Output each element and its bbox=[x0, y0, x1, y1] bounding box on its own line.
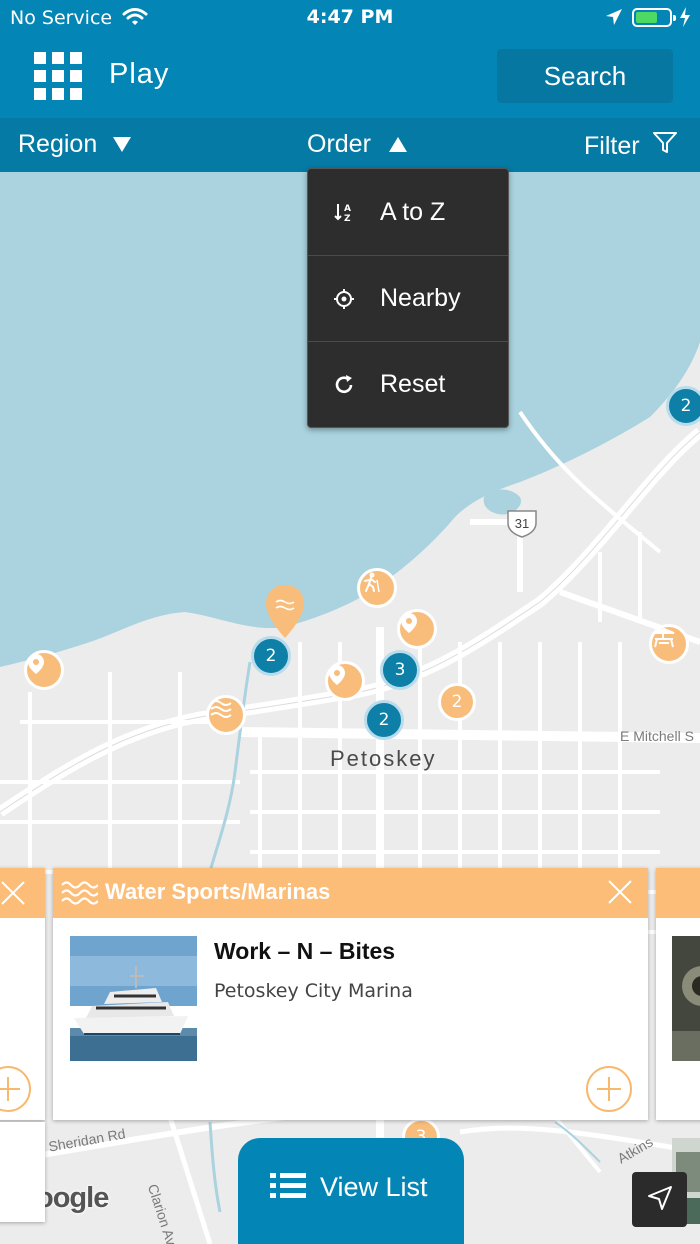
battery-level bbox=[636, 12, 657, 23]
app-header: Play Search bbox=[0, 36, 700, 118]
listing-card-previous[interactable] bbox=[0, 868, 45, 1120]
status-bar: No Service 4:47 PM bbox=[0, 0, 700, 36]
google-attribution: oogle bbox=[36, 1182, 109, 1214]
order-option-reset[interactable]: Reset bbox=[308, 341, 508, 427]
map-cluster[interactable]: 2 bbox=[364, 700, 404, 740]
refresh-icon bbox=[332, 374, 356, 396]
close-icon[interactable] bbox=[0, 880, 26, 910]
picnic-marker[interactable] bbox=[649, 624, 689, 664]
order-label: Order bbox=[307, 130, 371, 158]
charging-bolt-icon bbox=[678, 6, 692, 32]
close-icon[interactable] bbox=[606, 878, 634, 910]
view-list-label: View List bbox=[320, 1172, 428, 1202]
filter-bar: Region Order Filter bbox=[0, 118, 700, 172]
listing-name[interactable]: Work – N – Bites bbox=[214, 938, 395, 965]
location-pin-marker[interactable] bbox=[397, 609, 437, 649]
clock: 4:47 PM bbox=[306, 6, 394, 28]
svg-text:Z: Z bbox=[344, 214, 351, 223]
city-label: Petoskey bbox=[330, 746, 437, 771]
order-dropdown[interactable]: Order bbox=[307, 130, 407, 159]
card-category: Water Sports/Marinas bbox=[105, 879, 331, 904]
caret-down-icon bbox=[113, 137, 132, 152]
location-arrow-icon bbox=[604, 7, 624, 31]
highway-shield-number: 31 bbox=[515, 516, 529, 531]
crosshair-icon bbox=[332, 288, 356, 310]
grid-icon[interactable] bbox=[34, 52, 82, 100]
add-button[interactable] bbox=[586, 1066, 632, 1112]
order-option-nearby[interactable]: Nearby bbox=[308, 255, 508, 341]
location-pin-marker[interactable] bbox=[24, 650, 64, 690]
region-dropdown[interactable]: Region bbox=[18, 130, 132, 159]
list-icon bbox=[270, 1172, 306, 1207]
caret-up-icon bbox=[388, 137, 407, 152]
order-option-label: Reset bbox=[380, 370, 446, 398]
listing-card[interactable]: Water Sports/Marinas Work – N – Bites Pe… bbox=[53, 868, 648, 1120]
map-cluster[interactable]: 2 bbox=[666, 386, 700, 426]
add-button[interactable] bbox=[0, 1066, 31, 1112]
map-cluster[interactable]: 2 bbox=[438, 683, 476, 721]
listing-card-partial bbox=[0, 1122, 45, 1222]
my-location-button[interactable] bbox=[632, 1172, 687, 1227]
listing-location: Petoskey City Marina bbox=[214, 980, 413, 1002]
street-label-mitchell: E Mitchell S bbox=[620, 728, 694, 744]
location-pin-marker[interactable] bbox=[325, 661, 365, 701]
listing-card-next[interactable] bbox=[656, 868, 700, 1120]
region-label: Region bbox=[18, 130, 98, 158]
card-header bbox=[0, 868, 45, 918]
listing-photo bbox=[70, 936, 197, 1061]
order-option-label: Nearby bbox=[380, 284, 461, 312]
funnel-icon bbox=[652, 130, 678, 163]
card-header: Water Sports/Marinas bbox=[53, 868, 648, 918]
water-sports-marker[interactable] bbox=[206, 695, 246, 735]
navigation-arrow-icon bbox=[646, 1184, 674, 1216]
card-header bbox=[656, 868, 700, 918]
filter-button[interactable]: Filter bbox=[584, 130, 678, 163]
battery-icon bbox=[632, 8, 676, 27]
listing-photo bbox=[672, 936, 700, 1061]
waves-icon bbox=[60, 878, 99, 912]
page-title: Play bbox=[109, 58, 170, 90]
order-option-a-to-z[interactable]: AZ A to Z bbox=[308, 169, 508, 255]
map-cluster[interactable]: 3 bbox=[380, 650, 420, 690]
view-list-button[interactable]: View List bbox=[238, 1138, 464, 1244]
map-cluster[interactable]: 2 bbox=[251, 636, 291, 676]
sort-az-icon: AZ bbox=[332, 201, 356, 223]
order-option-label: A to Z bbox=[380, 197, 446, 226]
order-menu: AZ A to Z Nearby Reset bbox=[307, 168, 509, 428]
filter-label: Filter bbox=[584, 132, 640, 160]
search-button[interactable]: Search bbox=[497, 49, 673, 103]
hiking-marker[interactable] bbox=[357, 568, 397, 608]
svg-text:A: A bbox=[344, 204, 351, 214]
